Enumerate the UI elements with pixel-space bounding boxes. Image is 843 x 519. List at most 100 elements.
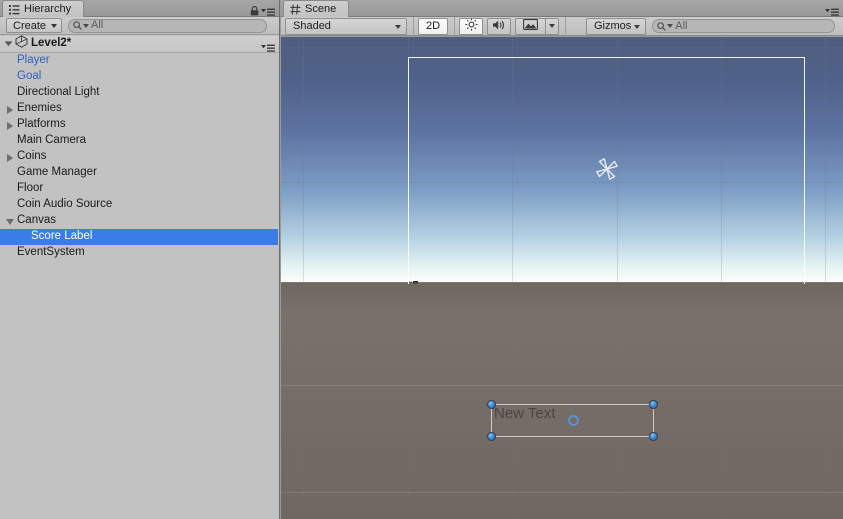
foldout-spacer <box>6 169 15 178</box>
create-button-label: Create <box>13 19 47 32</box>
draw-mode-label: Shaded <box>293 20 331 32</box>
hierarchy-tabstrip: Hierarchy <box>0 0 279 17</box>
scene-root-foldout-icon[interactable] <box>4 35 13 53</box>
foldout-closed-icon[interactable] <box>6 153 15 162</box>
gizmos-dropdown[interactable]: Gizmos <box>586 17 647 35</box>
effects-dropdown-button[interactable] <box>545 17 559 35</box>
hierarchy-icon <box>9 4 20 15</box>
foldout-closed-icon[interactable] <box>6 105 15 114</box>
tab-scene-label: Scene <box>305 2 337 15</box>
scene-root-row[interactable]: Level2* <box>0 35 279 53</box>
hierarchy-item-label: Platforms <box>17 118 66 131</box>
draw-mode-dropdown[interactable]: Shaded <box>285 17 407 35</box>
hierarchy-item-label: EventSystem <box>17 246 85 259</box>
hierarchy-item-enemies[interactable]: Enemies <box>0 101 278 117</box>
foldout-spacer <box>6 73 15 82</box>
scene-search-input[interactable]: All <box>652 19 835 33</box>
foldout-spacer <box>6 57 15 66</box>
sky-gradient <box>281 37 843 282</box>
gizmos-label: Gizmos <box>594 20 632 32</box>
selected-text-object[interactable]: New Text <box>494 406 555 421</box>
hierarchy-item-label: Directional Light <box>17 86 100 99</box>
scene-panel-menu-icon[interactable] <box>825 4 839 16</box>
hierarchy-item-label: Player <box>17 54 50 67</box>
chevron-down-icon <box>634 24 641 29</box>
create-button[interactable]: Create <box>6 18 63 33</box>
hierarchy-tree[interactable]: Player Goal Directional Light Enemies Platfo… <box>0 53 278 519</box>
search-filter-chevron-icon[interactable] <box>83 23 90 28</box>
hierarchy-item-goal[interactable]: Goal <box>0 69 278 85</box>
search-icon <box>657 21 667 31</box>
chevron-down-icon <box>51 23 58 28</box>
toggle-2d-button[interactable]: 2D <box>418 17 448 35</box>
scene-tabstrip: Scene <box>281 0 843 17</box>
foldout-spacer <box>6 185 15 194</box>
scene-row-menu-icon[interactable] <box>261 40 275 52</box>
foldout-open-icon[interactable] <box>6 217 15 226</box>
unity-editor-window: Hierarchy Create All Level2* Player Goal… <box>0 0 843 519</box>
ground-plane <box>281 282 843 519</box>
toggle-2d-label: 2D <box>425 20 441 32</box>
hierarchy-item-score-label[interactable]: Score Label <box>0 229 278 245</box>
scene-toolbar: Shaded 2D Gizmos All <box>281 16 843 36</box>
tab-hierarchy[interactable]: Hierarchy <box>2 0 85 17</box>
hierarchy-item-label: Goal <box>17 70 42 83</box>
foldout-spacer <box>6 89 15 98</box>
speaker-icon <box>492 19 506 34</box>
hierarchy-item-floor[interactable]: Floor <box>0 181 278 197</box>
search-icon <box>73 21 82 30</box>
hierarchy-item-label: Coin Audio Source <box>17 198 113 211</box>
scene-search-placeholder: All <box>675 19 688 32</box>
chevron-down-icon <box>395 24 401 29</box>
hierarchy-item-directional-light[interactable]: Directional Light <box>0 85 278 101</box>
hierarchy-panel-menu-icon[interactable] <box>261 4 275 16</box>
foldout-spacer <box>6 201 15 210</box>
hierarchy-item-player[interactable]: Player <box>0 53 278 69</box>
foldout-spacer <box>6 137 15 146</box>
hierarchy-item-canvas[interactable]: Canvas <box>0 213 278 229</box>
hierarchy-item-label: Enemies <box>17 102 62 115</box>
toolbar-separator <box>454 16 455 36</box>
foldout-spacer <box>6 249 15 258</box>
scene-panel: Scene Shaded 2D Gizmos All New Text <box>281 0 843 519</box>
scene-viewport[interactable]: New Text <box>281 37 843 519</box>
scene-grid-icon <box>290 3 301 15</box>
directional-light-gizmo[interactable] <box>591 153 623 185</box>
hierarchy-item-main-camera[interactable]: Main Camera <box>0 133 278 149</box>
sun-icon <box>464 18 478 34</box>
search-filter-chevron-icon[interactable] <box>667 24 674 28</box>
foldout-closed-icon[interactable] <box>6 121 15 130</box>
hierarchy-item-label: Coins <box>17 150 47 163</box>
toggle-lighting-button[interactable] <box>459 17 483 35</box>
tab-scene[interactable]: Scene <box>283 0 350 17</box>
image-icon <box>523 19 538 33</box>
hierarchy-item-label: Floor <box>17 182 44 195</box>
tab-hierarchy-label: Hierarchy <box>24 2 72 15</box>
rect-corner-handle[interactable] <box>649 432 658 441</box>
hierarchy-panel: Hierarchy Create All Level2* Player Goal… <box>0 0 280 519</box>
hierarchy-toolbar: Create All <box>0 17 279 35</box>
hierarchy-item-label: Canvas <box>17 214 56 227</box>
toggle-audio-button[interactable] <box>487 17 511 35</box>
unity-scene-icon <box>15 35 28 53</box>
chevron-down-icon <box>549 24 555 28</box>
toolbar-separator <box>413 16 414 36</box>
rect-corner-handle[interactable] <box>649 400 658 409</box>
hierarchy-item-platforms[interactable]: Platforms <box>0 117 278 133</box>
hierarchy-item-eventsystem[interactable]: EventSystem <box>0 245 278 261</box>
hierarchy-item-game-manager[interactable]: Game Manager <box>0 165 278 181</box>
rect-corner-handle[interactable] <box>487 432 496 441</box>
lock-icon[interactable] <box>250 3 259 16</box>
hierarchy-item-label: Game Manager <box>17 166 97 179</box>
hierarchy-search-input[interactable]: All <box>68 18 267 33</box>
hierarchy-item-coin-audio-source[interactable]: Coin Audio Source <box>0 197 278 213</box>
toolbar-separator <box>565 16 566 36</box>
distant-object-marker <box>409 272 421 284</box>
foldout-spacer <box>20 233 29 242</box>
pivot-circle-icon[interactable] <box>568 415 579 426</box>
hierarchy-search-placeholder: All <box>91 19 104 31</box>
hierarchy-item-coins[interactable]: Coins <box>0 149 278 165</box>
toggle-effects-button[interactable] <box>515 17 545 35</box>
hierarchy-item-label: Main Camera <box>17 134 87 147</box>
scene-root-name: Level2* <box>31 37 72 50</box>
